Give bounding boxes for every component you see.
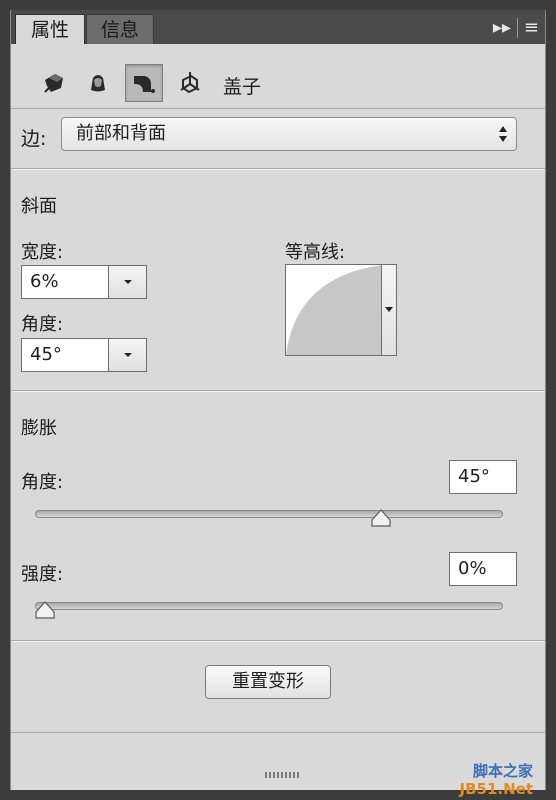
strength-slider-thumb[interactable] [35,601,55,619]
expand-panel-icon[interactable]: ▸▸ [493,16,511,40]
deform-icon[interactable] [79,64,117,102]
watermark-line2: JB51.Net [459,780,533,798]
bevel-angle-input[interactable]: 45° [21,338,109,372]
inflate-angle-slider[interactable] [35,510,503,518]
bevel-section-title: 斜面 [21,196,57,217]
section-title-cap: 盖子 [223,76,262,98]
contour-dropdown-button[interactable] [381,264,397,356]
tabbar-controls: ▸▸ ≡ [493,16,539,40]
cap-icon[interactable] [125,64,163,102]
chevron-down-icon [123,280,132,284]
width-input[interactable]: 6% [21,265,109,299]
resize-grip[interactable] [265,772,301,778]
watermark-line1: 脚本之家 [472,762,533,780]
mesh-icon[interactable] [35,64,73,102]
strength-slider[interactable] [35,602,503,610]
select-arrows-icon [499,126,507,142]
inflate-angle-slider-thumb[interactable] [371,509,391,527]
bevel-angle-dropdown-button[interactable] [109,338,147,372]
bevel-angle-label: 角度: [21,314,64,335]
side-label: 边: [21,128,47,150]
reset-deformation-button[interactable]: 重置变形 [205,665,331,699]
contour-curve-graphic [286,265,382,355]
width-dropdown-button[interactable] [109,265,147,299]
coordinates-icon[interactable] [171,64,209,102]
properties-panel: 属性 信息 ▸▸ ≡ 盖子 边: 前部和背面 斜面 宽度: 6% 角度: 45°… [10,10,546,798]
bottom-divider [11,732,545,733]
tabbar-divider [516,18,518,38]
width-label: 宽度: [21,242,64,263]
inflate-section-title: 膨胀 [21,418,57,439]
divider-inflate-highlight [11,641,545,642]
tab-info[interactable]: 信息 [86,14,154,44]
toolbar-divider [11,108,545,109]
strength-label: 强度: [21,564,64,585]
divider-side-highlight [11,169,545,170]
side-select[interactable]: 前部和背面 [61,117,517,151]
properties-toolbar: 盖子 [11,44,545,118]
tab-properties[interactable]: 属性 [15,14,85,44]
side-select-value: 前部和背面 [76,123,166,144]
panel-menu-icon[interactable]: ≡ [524,16,539,40]
contour-label: 等高线: [285,242,346,263]
divider-bevel-highlight [11,391,545,392]
chevron-down-icon [385,307,393,312]
chevron-down-icon [123,353,132,357]
inflate-angle-label: 角度: [21,472,64,493]
inflate-angle-input[interactable]: 45° [449,460,517,494]
strength-input[interactable]: 0% [449,552,517,586]
tab-bar: 属性 信息 ▸▸ ≡ [11,10,545,44]
watermark: 脚本之家 JB51.Net [460,762,533,798]
